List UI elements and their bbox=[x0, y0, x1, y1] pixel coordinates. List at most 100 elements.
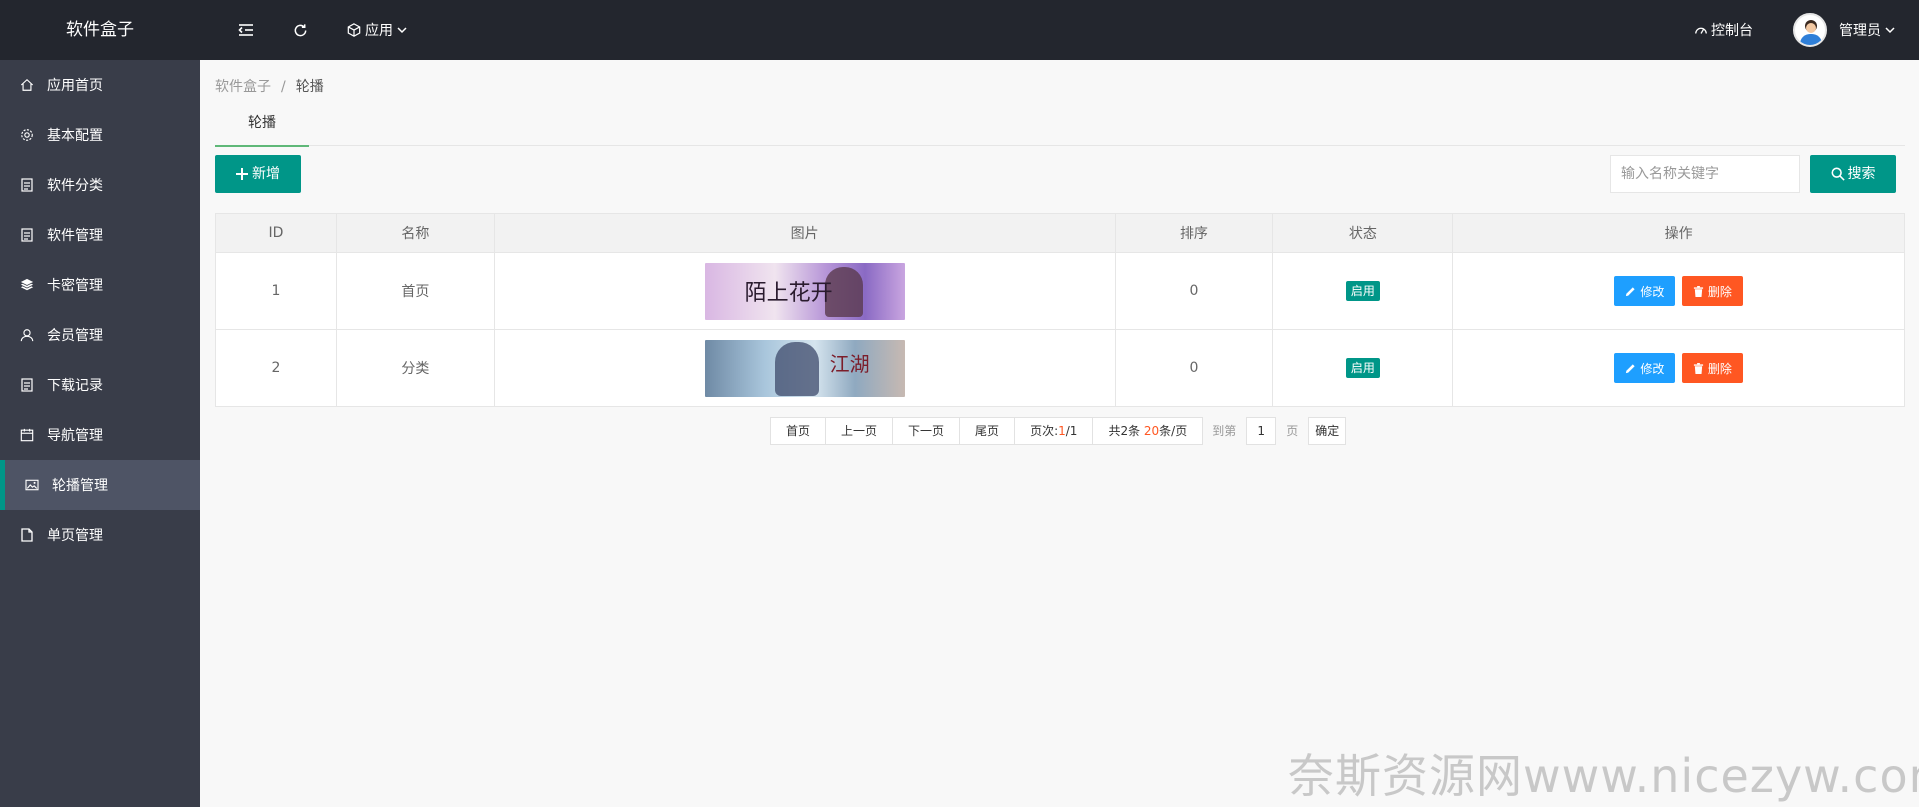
table-header-row: ID 名称 图片 排序 状态 操作 bbox=[215, 213, 1905, 253]
carousel-table: ID 名称 图片 排序 状态 操作 1 首页 陌上花开 0 启用 修改 删除 2… bbox=[215, 213, 1905, 407]
goto-label: 到第 bbox=[1212, 424, 1237, 438]
user-name: 管理员 bbox=[1839, 23, 1881, 39]
sidebar-item-navigation[interactable]: 导航管理 bbox=[0, 410, 200, 460]
calendar-icon bbox=[20, 428, 34, 442]
sidebar-item-label: 应用首页 bbox=[47, 78, 103, 94]
image-icon bbox=[25, 478, 39, 492]
breadcrumb-current: 轮播 bbox=[295, 79, 324, 95]
thumbnail-figure bbox=[774, 341, 819, 396]
cell-sort: 0 bbox=[1114, 252, 1274, 330]
page-first[interactable]: 首页 bbox=[770, 417, 827, 445]
refresh-icon bbox=[294, 23, 307, 36]
carousel-thumbnail[interactable]: 陌上花开 bbox=[704, 262, 905, 320]
sidebar-item-members[interactable]: 会员管理 bbox=[0, 310, 200, 360]
sidebar-item-downloads[interactable]: 下载记录 bbox=[0, 360, 200, 410]
status-badge: 启用 bbox=[1345, 358, 1380, 378]
sidebar-item-home[interactable]: 应用首页 bbox=[0, 60, 200, 110]
sidebar-item-label: 会员管理 bbox=[47, 328, 103, 344]
goto-page-input[interactable] bbox=[1246, 417, 1277, 445]
cell-actions: 修改 删除 bbox=[1452, 329, 1905, 407]
page-icon bbox=[20, 528, 34, 542]
app-menu-dropdown[interactable]: 应用 bbox=[347, 0, 407, 60]
status-badge: 启用 bbox=[1345, 281, 1380, 301]
cell-actions: 修改 删除 bbox=[1452, 252, 1905, 330]
sidebar-item-label: 导航管理 bbox=[47, 428, 103, 444]
sidebar-toggle-button[interactable] bbox=[238, 0, 254, 60]
dashboard-icon bbox=[1695, 27, 1707, 34]
layers-icon bbox=[20, 278, 34, 292]
sidebar-item-label: 轮播管理 bbox=[52, 478, 108, 494]
table-row: 1 首页 陌上花开 0 启用 修改 删除 bbox=[215, 252, 1905, 330]
sidebar-item-carousel[interactable]: 轮播管理 bbox=[0, 460, 200, 510]
cell-image: 陌上花开 bbox=[493, 252, 1116, 330]
page-count-info: 共2条 20条/页 bbox=[1092, 417, 1204, 445]
edit-button-label: 修改 bbox=[1640, 361, 1665, 376]
gear-icon bbox=[20, 128, 34, 142]
cell-status: 启用 bbox=[1272, 329, 1454, 407]
search-icon bbox=[1831, 167, 1845, 181]
search-input[interactable] bbox=[1610, 155, 1800, 193]
total-count: 共2条 bbox=[1108, 424, 1144, 438]
sidebar-item-label: 卡密管理 bbox=[47, 278, 103, 294]
pagination: 首页 上一页 下一页 尾页 页次:1/1 共2条 20条/页 到第 页 确定 bbox=[770, 417, 1347, 445]
breadcrumb: 软件盒子 / 轮播 bbox=[215, 76, 324, 96]
page-next[interactable]: 下一页 bbox=[892, 417, 961, 445]
user-icon bbox=[20, 328, 34, 342]
trash-icon bbox=[1693, 362, 1703, 374]
user-menu[interactable]: 管理员 bbox=[1793, 0, 1895, 60]
page-total: /1 bbox=[1065, 424, 1078, 438]
file-list-icon bbox=[20, 178, 34, 192]
add-button[interactable]: 新增 bbox=[215, 155, 301, 193]
tab-carousel[interactable]: 轮播 bbox=[215, 100, 309, 147]
tab-bar: 轮播 bbox=[215, 100, 1905, 147]
refresh-button[interactable] bbox=[293, 0, 308, 60]
sidebar-item-pages[interactable]: 单页管理 bbox=[0, 510, 200, 560]
sidebar-item-label: 下载记录 bbox=[47, 378, 103, 394]
file-list-icon bbox=[20, 378, 34, 392]
add-button-label: 新增 bbox=[252, 166, 280, 182]
carousel-thumbnail[interactable]: 江湖 bbox=[704, 339, 905, 397]
sidebar-item-config[interactable]: 基本配置 bbox=[0, 110, 200, 160]
trash-icon bbox=[1693, 285, 1703, 297]
sidebar-item-card-keys[interactable]: 卡密管理 bbox=[0, 260, 200, 310]
thumbnail-title: 江湖 bbox=[829, 351, 870, 376]
page-current: 1 bbox=[1058, 424, 1066, 438]
pencil-icon bbox=[1626, 286, 1636, 296]
pencil-icon bbox=[1626, 363, 1636, 373]
delete-button[interactable]: 删除 bbox=[1681, 353, 1743, 383]
delete-button[interactable]: 删除 bbox=[1681, 276, 1743, 306]
cell-name: 首页 bbox=[335, 252, 495, 330]
cell-id: 2 bbox=[215, 329, 337, 407]
app-menu-label: 应用 bbox=[365, 23, 393, 39]
page-info: 页次:1/1 bbox=[1014, 417, 1094, 445]
search-button[interactable]: 搜索 bbox=[1810, 155, 1896, 193]
sidebar-item-software[interactable]: 软件管理 bbox=[0, 210, 200, 260]
goto-confirm-button[interactable]: 确定 bbox=[1308, 417, 1347, 445]
column-header-id: ID bbox=[215, 213, 337, 253]
column-header-name: 名称 bbox=[335, 213, 495, 253]
sidebar-item-label: 基本配置 bbox=[47, 128, 103, 144]
breadcrumb-root[interactable]: 软件盒子 bbox=[215, 79, 271, 95]
home-icon bbox=[20, 78, 34, 92]
chevron-down-icon bbox=[1885, 27, 1895, 34]
per-page-count: 20 bbox=[1143, 424, 1160, 438]
app-logo[interactable]: 软件盒子 bbox=[0, 0, 200, 60]
console-label: 控制台 bbox=[1711, 23, 1753, 39]
edit-button[interactable]: 修改 bbox=[1614, 353, 1676, 383]
page-prev[interactable]: 上一页 bbox=[825, 417, 894, 445]
page-last[interactable]: 尾页 bbox=[959, 417, 1016, 445]
console-link[interactable]: 控制台 bbox=[1694, 0, 1753, 60]
watermark: 奈斯资源网www.nicezyw.com bbox=[1288, 749, 1919, 803]
main-content: 软件盒子 / 轮播 轮播 新增 搜索 ID 名称 图片 排序 状态 操作 1 bbox=[200, 60, 1919, 807]
cell-image: 江湖 bbox=[493, 329, 1116, 407]
plus-icon bbox=[236, 168, 248, 180]
sidebar-item-software-category[interactable]: 软件分类 bbox=[0, 160, 200, 210]
delete-button-label: 删除 bbox=[1707, 284, 1732, 299]
per-page-suffix: 条/页 bbox=[1159, 424, 1188, 438]
cell-sort: 0 bbox=[1114, 329, 1274, 407]
column-header-image: 图片 bbox=[493, 213, 1116, 253]
cell-id: 1 bbox=[215, 252, 337, 330]
indent-icon bbox=[238, 24, 253, 36]
edit-button[interactable]: 修改 bbox=[1614, 276, 1676, 306]
edit-button-label: 修改 bbox=[1640, 284, 1665, 299]
